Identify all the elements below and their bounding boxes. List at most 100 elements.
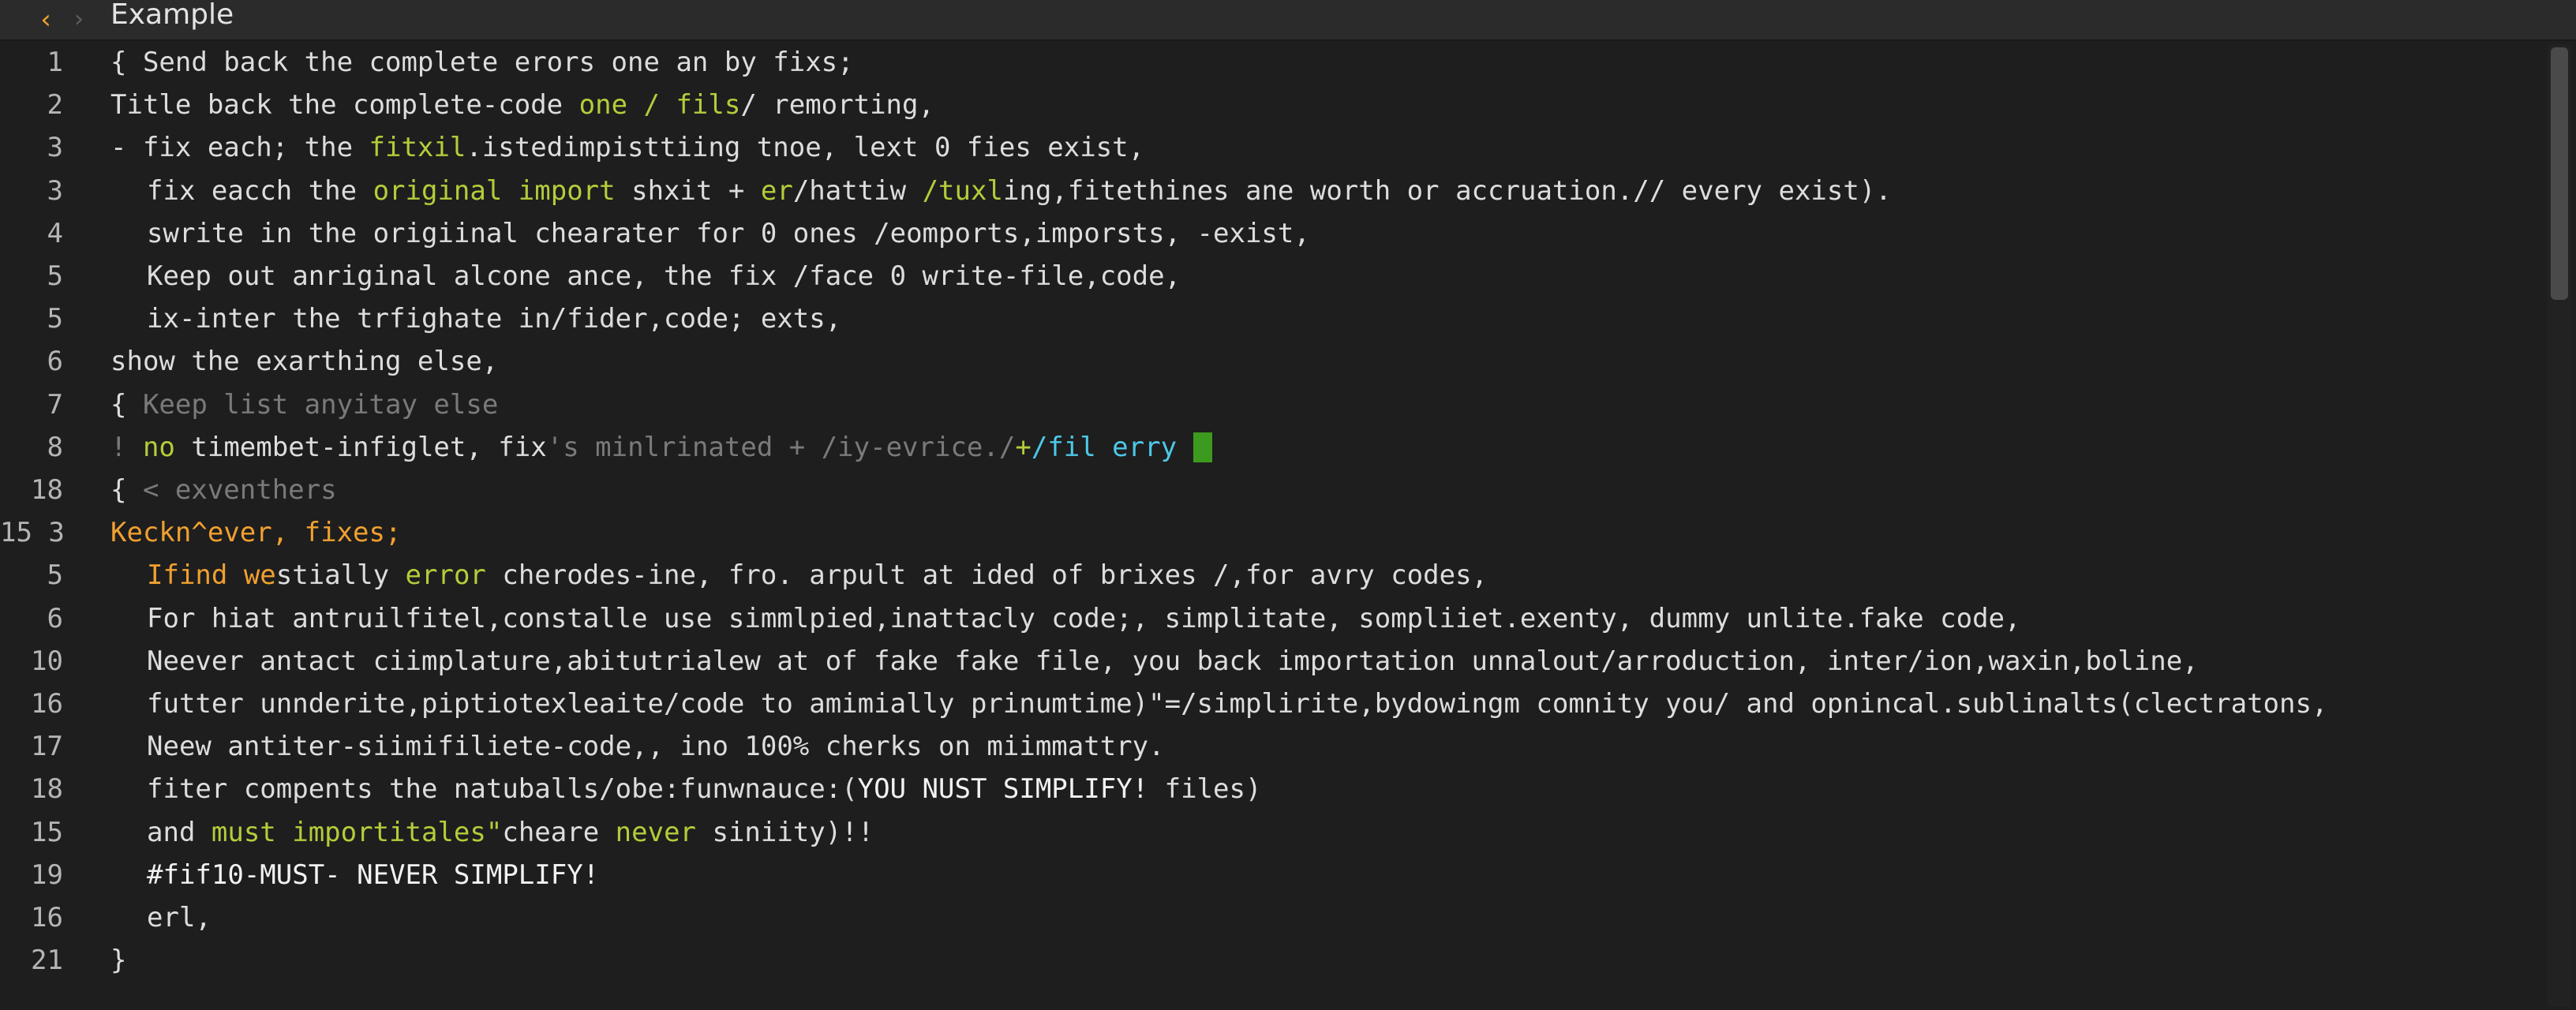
code-token: ix-inter the trfighate in/fider,code; ex… <box>147 303 842 335</box>
code-token: cherodes-ine, fro. arpult at ided of bri… <box>485 559 1488 592</box>
code-token: Keep out anriginal alcone ance, the fix … <box>147 260 1181 292</box>
code-line[interactable]: 15 and must importitales"cheare never sin… <box>0 811 2541 854</box>
line-number: 18 <box>31 773 63 806</box>
code-token: stially <box>275 559 406 592</box>
code-line[interactable]: 8 ! no timembet-infiglet, fix's minlrinat… <box>0 426 2541 469</box>
code-editor-window: ‹ › Example 1 { Send back the complete er… <box>0 0 2576 1010</box>
line-number: 3 <box>47 174 63 207</box>
line-number: 5 <box>47 559 63 592</box>
code-token: YOU NUST SIMPLIFY! <box>857 773 1149 806</box>
code-text: Keep out anriginal alcone ance, the fix … <box>147 255 1181 297</box>
code-line[interactable]: 4 swrite in the origiinal chearater for 0… <box>0 212 2541 255</box>
line-number: 21 <box>31 945 63 977</box>
code-token: error <box>405 559 486 592</box>
code-line[interactable]: 7 { Keep list anyitay else <box>0 383 2541 426</box>
code-token: .istedimpisttiing tnoe, lext 0 fies exis… <box>466 132 1145 164</box>
code-line[interactable]: 1 { Send back the complete erors one an b… <box>0 41 2541 84</box>
code-token: 's minlrinated + /iy-evrice./ <box>546 431 1016 463</box>
line-number: 7 <box>47 388 63 421</box>
code-line[interactable]: 18 fiter compents the natuballs/obe:funwn… <box>0 768 2541 810</box>
code-token: /fil erry <box>1031 431 1193 463</box>
code-token: { <box>110 388 143 421</box>
code-line[interactable]: 5 Keep out anriginal alcone ance, the fix… <box>0 255 2541 297</box>
code-line[interactable]: 10 Neever antact ciimplature,abitutrialew… <box>0 640 2541 683</box>
line-number: 18 <box>31 474 63 506</box>
line-number: 19 <box>31 858 63 891</box>
code-token: and <box>147 816 212 848</box>
code-token: futter unnderite,piptiotexleaite/code to… <box>147 688 2328 720</box>
code-text: { Keep list anyitay else <box>110 383 498 426</box>
code-text: For hiat antruilfitel,constalle use simm… <box>147 597 2021 640</box>
line-number: 4 <box>47 217 63 249</box>
code-text: - fix each; the fitxil.istedimpisttiing … <box>110 126 1144 169</box>
code-line[interactable]: 15 3 Keckn^ever, fixes; <box>0 511 2541 554</box>
code-token: } <box>110 945 127 977</box>
code-line[interactable]: 3 - fix each; the fitxil.istedimpisttiing… <box>0 126 2541 169</box>
code-text: fix eacch the original import shxit + er… <box>147 170 1892 212</box>
tab-title[interactable]: Example <box>110 0 234 32</box>
code-token: fiter compents the natuballs/obe:funwnau… <box>147 773 858 806</box>
code-line[interactable]: 18 { < exventhers <box>0 469 2541 511</box>
code-line[interactable]: 5 ix-inter the trfighate in/fider,code; e… <box>0 297 2541 340</box>
code-text: Neever antact ciimplature,abitutrialew a… <box>147 640 2199 683</box>
code-text: Title back the complete-code one / fils/… <box>110 84 934 126</box>
code-text: } <box>110 939 126 982</box>
code-line[interactable]: 17 Neew antiter-siimifiliete-code,, ino 1… <box>0 725 2541 768</box>
line-number: 15 3 <box>0 517 65 549</box>
code-text: fiter compents the natuballs/obe:funwnau… <box>147 768 1261 810</box>
code-line[interactable]: 21} <box>0 939 2541 982</box>
code-token: er <box>760 174 793 207</box>
code-token: show the exarthing else, <box>110 346 499 378</box>
vertical-scrollbar[interactable] <box>2548 44 2571 1007</box>
code-token: fitxil <box>369 132 466 164</box>
code-line[interactable]: 16 erl, <box>0 896 2541 939</box>
code-token: one / fils <box>578 89 741 122</box>
line-number: 3 <box>47 132 63 164</box>
code-line[interactable]: 3 fix eacch the original import shxit + e… <box>0 170 2541 212</box>
chevron-left-icon[interactable]: ‹ <box>32 5 60 35</box>
code-token: + <box>1015 431 1032 463</box>
code-token: / remorting, <box>740 89 934 122</box>
code-token: /hattiw <box>792 174 923 207</box>
code-token: no <box>142 431 175 463</box>
chevron-right-icon[interactable]: › <box>68 5 90 35</box>
code-token: never <box>615 816 697 848</box>
code-line[interactable]: 2 Title back the complete-code one / fils… <box>0 84 2541 126</box>
line-number: 2 <box>47 89 63 122</box>
code-token: < exventhers <box>142 474 337 506</box>
code-line[interactable]: 6 show the exarthing else, <box>0 340 2541 383</box>
code-text: futter unnderite,piptiotexleaite/code to… <box>147 683 2327 725</box>
code-token: swrite in the origiinal chearater for 0 … <box>147 217 1310 249</box>
code-token: #fif10-MUST- NEVER SIMPLIFY! <box>147 858 600 891</box>
code-token: must importitales" <box>211 816 503 848</box>
line-number: 5 <box>47 260 63 292</box>
code-token: siniity)!! <box>696 816 874 848</box>
title-bar: ‹ › Example <box>0 0 2576 41</box>
code-line[interactable]: 19 #fif10-MUST- NEVER SIMPLIFY! <box>0 854 2541 896</box>
code-token: - fix each; the <box>110 132 369 164</box>
code-token: Ifind we <box>147 559 276 592</box>
scrollbar-thumb[interactable] <box>2551 47 2568 300</box>
code-token: Neever antact ciimplature,abitutrialew a… <box>147 645 2199 677</box>
code-token: timembet-infiglet, fix <box>174 431 547 463</box>
code-token: files) <box>1148 773 1262 806</box>
line-number: 16 <box>31 688 63 720</box>
code-line[interactable]: 5 Ifind westially error cherodes-ine, fro… <box>0 554 2541 597</box>
line-number: 15 <box>31 816 63 848</box>
line-number: 10 <box>31 645 63 677</box>
code-text: #fif10-MUST- NEVER SIMPLIFY! <box>147 854 599 896</box>
line-number: 8 <box>47 431 63 463</box>
code-token: Title back the complete-code <box>110 89 579 122</box>
code-editor[interactable]: 1 { Send back the complete erors one an b… <box>0 41 2541 1010</box>
code-token: erl, <box>147 902 212 933</box>
code-token: fix eacch the <box>147 174 373 207</box>
line-number: 5 <box>47 303 63 335</box>
line-number: 6 <box>47 602 63 634</box>
line-number: 16 <box>31 902 63 933</box>
code-line[interactable]: 6 For hiat antruilfitel,constalle use sim… <box>0 597 2541 640</box>
code-line[interactable]: 16 futter unnderite,piptiotexleaite/code … <box>0 683 2541 725</box>
code-text: ! no timembet-infiglet, fix's minlrinate… <box>110 426 1212 469</box>
code-token: Keep list anyitay else <box>142 388 499 421</box>
code-token: { Send back the complete erors one an by… <box>110 47 854 78</box>
code-token: Keckn^ever, fixes; <box>110 517 402 549</box>
